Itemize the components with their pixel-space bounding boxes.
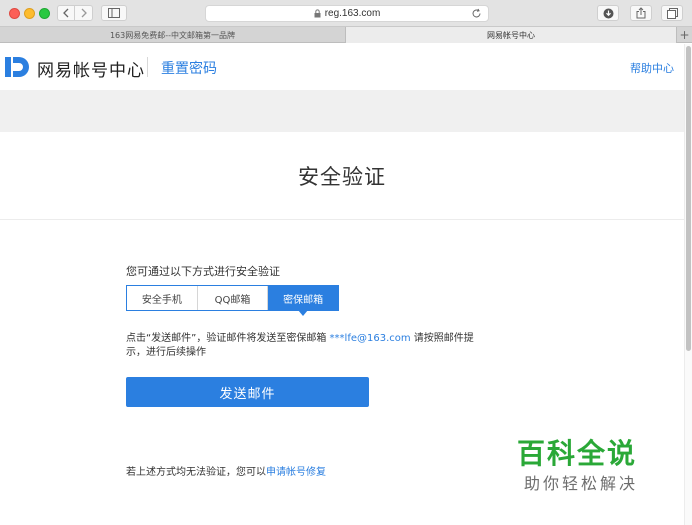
close-window-button[interactable]: [9, 8, 20, 19]
page-scrollbar[interactable]: [684, 44, 692, 525]
back-button[interactable]: [57, 5, 75, 21]
forward-button[interactable]: [75, 5, 93, 21]
header-band: [0, 90, 684, 132]
address-bar[interactable]: reg.163.com: [205, 5, 489, 22]
tab-qq-mail[interactable]: QQ邮箱: [197, 286, 269, 310]
show-tabs-button[interactable]: [661, 5, 683, 21]
brand-name: 网易帐号中心: [37, 61, 145, 81]
header-divider: [147, 57, 148, 77]
url-text: reg.163.com: [324, 8, 381, 19]
tab-bar: 163网易免费邮--中文邮箱第一品牌 网易帐号中心 +: [0, 27, 692, 43]
tabs-overview-icon: [666, 7, 678, 19]
tab-security-email[interactable]: 密保邮箱: [268, 286, 339, 316]
help-center-link[interactable]: 帮助中心: [630, 60, 674, 76]
title-area: 安全验证: [0, 132, 684, 220]
footnote-text: 若上述方式均无法验证，您可以: [126, 467, 266, 478]
tab-163-mail[interactable]: 163网易免费邮--中文邮箱第一品牌: [0, 27, 346, 43]
download-icon: [603, 8, 613, 18]
watermark-title: 百科全说: [517, 437, 638, 470]
verification-method-tabs: 安全手机 QQ邮箱 密保邮箱: [126, 285, 339, 316]
page-title: 安全验证: [298, 164, 386, 189]
netease-logo-icon: [5, 57, 29, 77]
chevron-left-icon: [63, 8, 69, 18]
share-button[interactable]: [630, 5, 652, 21]
sidebar-icon: [108, 8, 120, 18]
lock-icon: [314, 9, 321, 18]
footnote: 若上述方式均无法验证，您可以申请帐号修复: [126, 463, 326, 478]
intro-text: 您可通过以下方式进行安全验证: [126, 265, 280, 278]
downloads-button[interactable]: [597, 5, 619, 21]
share-icon: [636, 7, 646, 19]
chevron-right-icon: [81, 8, 87, 18]
page-name: 重置密码: [161, 61, 217, 77]
tab-account-center[interactable]: 网易帐号中心: [346, 27, 676, 43]
account-repair-link[interactable]: 申请帐号修复: [266, 467, 326, 478]
tab-security-phone[interactable]: 安全手机: [127, 286, 198, 310]
scroll-thumb[interactable]: [686, 46, 691, 351]
instruction-text: 点击“发送邮件”，验证邮件将发送至密保邮箱 ***lfe@163.com 请按照…: [126, 332, 486, 360]
masked-email: ***lfe@163.com: [329, 333, 411, 344]
zoom-window-button[interactable]: [39, 8, 50, 19]
browser-toolbar: reg.163.com: [0, 0, 692, 27]
reload-icon[interactable]: [471, 8, 482, 19]
instruction-prefix: 点击“发送邮件”，验证邮件将发送至密保邮箱: [126, 333, 330, 344]
minimize-window-button[interactable]: [24, 8, 35, 19]
send-email-button[interactable]: 发送邮件: [126, 377, 369, 407]
new-tab-button[interactable]: +: [676, 27, 692, 43]
watermark-subtitle: 助你轻松解决: [524, 474, 639, 493]
site-header: 网易帐号中心 重置密码 帮助中心: [0, 44, 684, 90]
sidebar-toggle-button[interactable]: [101, 5, 127, 21]
